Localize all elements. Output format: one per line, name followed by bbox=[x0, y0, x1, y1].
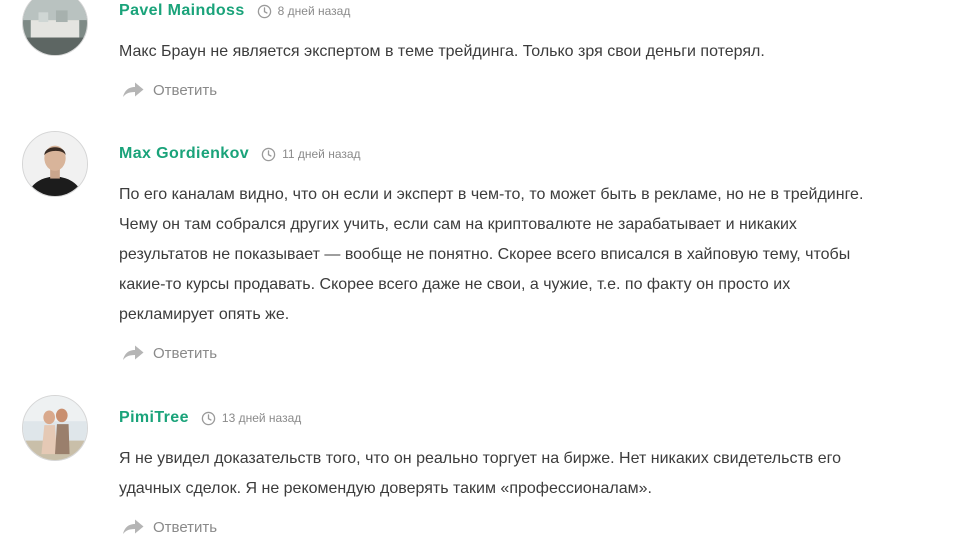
comment-text-line: Макс Браун не является экспертом в теме … bbox=[119, 43, 765, 60]
comment-header: Pavel Maindoss 8 дней назад bbox=[119, 2, 350, 20]
comment-time-text: 13 дней назад bbox=[221, 411, 302, 425]
comment-text-line: По его каналам видно, что он если и эксп… bbox=[119, 186, 864, 203]
comment-time[interactable]: 11 дней назад bbox=[261, 147, 361, 162]
comment-text: По его каналам видно, что он если и эксп… bbox=[119, 180, 939, 330]
comment-text-line: рекламирует опять же. bbox=[119, 306, 290, 323]
reply-label: Ответить bbox=[153, 344, 218, 362]
comment-text-line: какие-то курсы продавать. Скорее всего д… bbox=[119, 276, 791, 293]
reply-label: Ответить bbox=[153, 81, 218, 99]
clock-icon bbox=[261, 147, 276, 162]
comment-text-line: Я не увидел доказательств того, что он р… bbox=[119, 450, 842, 467]
avatar[interactable] bbox=[22, 395, 88, 461]
reply-arrow-icon bbox=[121, 80, 145, 100]
comment-text-line: удачных сделок. Я не рекомендую доверять… bbox=[119, 480, 652, 497]
author-name[interactable]: Pavel Maindoss bbox=[119, 2, 245, 20]
comment-text-line: Чему он там собрался других учить, если … bbox=[119, 216, 797, 233]
comment-time-text: 11 дней назад bbox=[282, 147, 361, 161]
reply-arrow-icon bbox=[121, 517, 145, 537]
reply-button[interactable]: Ответить bbox=[121, 80, 217, 100]
comment-text: Макс Браун не является экспертом в теме … bbox=[119, 37, 939, 67]
comment-header: PimiTree 13 дней назад bbox=[119, 409, 301, 427]
avatar[interactable] bbox=[22, 131, 88, 197]
comment-text-line: результатов не показывает — вообще не по… bbox=[119, 246, 851, 263]
comment-time-text: 8 дней назад bbox=[277, 4, 351, 18]
comment-header: Max Gordienkov 11 дней назад bbox=[119, 145, 361, 163]
comment-text: Я не увидел доказательств того, что он р… bbox=[119, 444, 939, 504]
reply-button[interactable]: Ответить bbox=[121, 517, 217, 537]
avatar[interactable] bbox=[22, 0, 88, 56]
reply-arrow-icon bbox=[121, 343, 145, 363]
clock-icon bbox=[201, 411, 216, 426]
comment-time[interactable]: 8 дней назад bbox=[257, 4, 351, 19]
reply-button[interactable]: Ответить bbox=[121, 343, 217, 363]
comment-time[interactable]: 13 дней назад bbox=[201, 411, 301, 426]
author-name[interactable]: Max Gordienkov bbox=[119, 145, 249, 163]
clock-icon bbox=[257, 4, 272, 19]
comments-list: Pavel Maindoss 8 дней назад Макс Браун н… bbox=[0, 0, 953, 559]
author-name[interactable]: PimiTree bbox=[119, 409, 189, 427]
reply-label: Ответить bbox=[153, 518, 218, 536]
